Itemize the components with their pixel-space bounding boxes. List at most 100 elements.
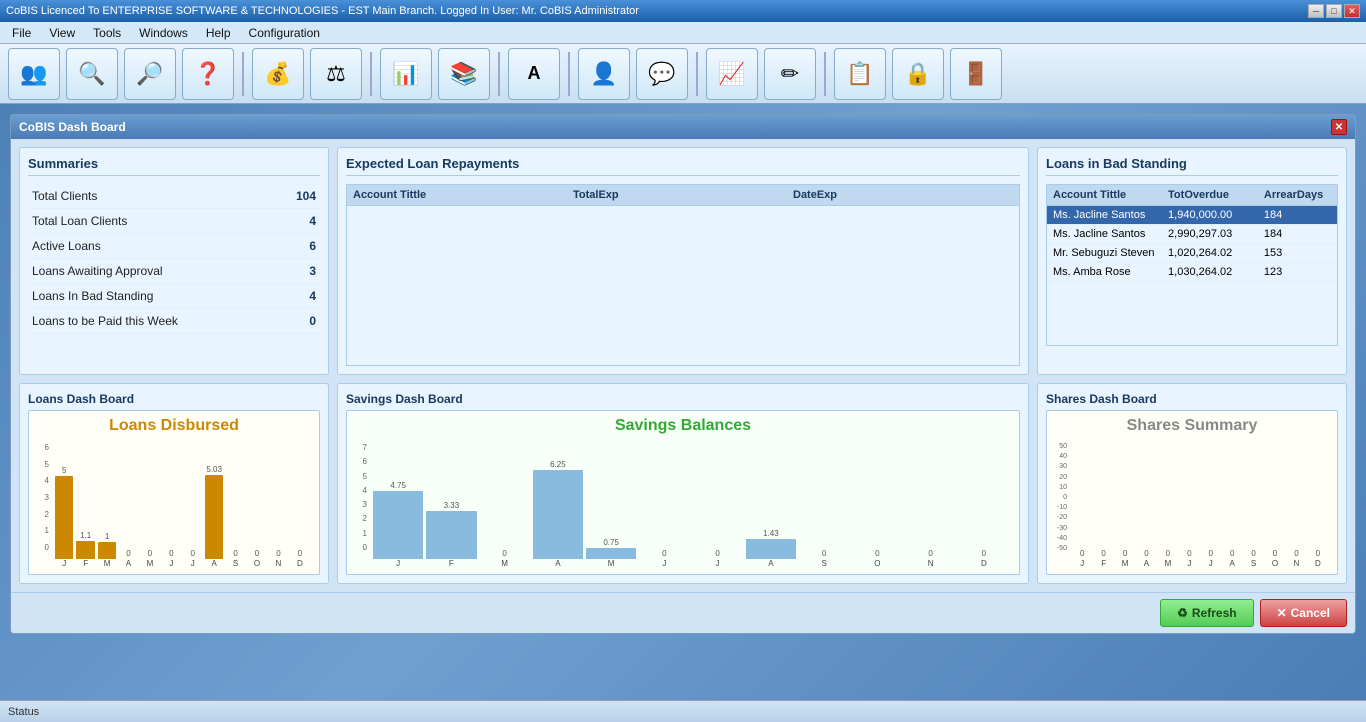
toolbar-search-btn[interactable]: 🔍	[66, 48, 118, 100]
savings-bars-container: 4.753.3306.250.75001.430000 JFMAMJJASOND	[369, 439, 1013, 568]
shares-chart-panel: Shares Dash Board Shares Summary 50 40 3…	[1037, 383, 1347, 584]
summaries-panel: Summaries Total Clients 104 Total Loan C…	[19, 147, 329, 375]
bar-value-label: 0	[822, 549, 826, 558]
toolbar-user-btn[interactable]: 👤	[578, 48, 630, 100]
loans-x-labels: JFMAMJJASOND	[51, 559, 313, 568]
x-axis-label: A	[1137, 559, 1155, 568]
toolbar-lookup-btn[interactable]: 🔎	[124, 48, 176, 100]
bar-group: 5	[55, 466, 73, 559]
summary-loans-awaiting[interactable]: Loans Awaiting Approval 3	[28, 259, 320, 284]
toolbar-clipboard-btn[interactable]: 📋	[834, 48, 886, 100]
menu-tools[interactable]: Tools	[85, 24, 129, 42]
toolbar-clients-btn[interactable]: 👥	[8, 48, 60, 100]
x-axis-label: F	[426, 559, 476, 568]
window-controls: ─ □ ✕	[1308, 4, 1360, 18]
bar-value-label: 0	[1101, 549, 1105, 558]
savings-chart-with-axis: 7 6 5 4 3 2 1 0 4.753.3306.250.75001.430…	[353, 439, 1013, 568]
menu-file[interactable]: File	[4, 24, 39, 42]
loans-y-axis: 6 5 4 3 2 1 0	[35, 439, 49, 568]
bar-group: 0	[1309, 549, 1327, 559]
bar	[205, 475, 223, 559]
x-axis-label: J	[1180, 559, 1198, 568]
toolbar-sep-1	[242, 52, 244, 96]
menu-bar: File View Tools Windows Help Configurati…	[0, 22, 1366, 44]
loans-bar-chart: 51.1100005.030000	[51, 439, 313, 559]
shares-x-labels: JFMAMJJASOND	[1069, 559, 1331, 568]
x-axis-label: M	[480, 559, 530, 568]
dashboard-close-button[interactable]: ✕	[1331, 119, 1347, 135]
x-axis-label: M	[1116, 559, 1134, 568]
x-axis-label: O	[852, 559, 902, 568]
repayments-table-body	[346, 206, 1020, 366]
menu-configuration[interactable]: Configuration	[241, 24, 328, 42]
summaries-heading: Summaries	[28, 156, 320, 176]
cancel-button[interactable]: ✕ Cancel	[1260, 599, 1347, 627]
x-axis-label: S	[1244, 559, 1262, 568]
bar-value-label: 0	[715, 549, 719, 558]
bar-group: 0	[1116, 549, 1134, 559]
bar-value-label: 0	[1209, 549, 1213, 558]
bar-value-label: 0	[233, 549, 237, 558]
toolbar-loans-btn[interactable]: 💰	[252, 48, 304, 100]
bar-group: 1.1	[76, 531, 94, 559]
toolbar-edit-btn[interactable]: ✏	[764, 48, 816, 100]
loans-dashboard-heading: Loans Dash Board	[28, 392, 320, 406]
maximize-button[interactable]: □	[1326, 4, 1342, 18]
bar-value-label: 0	[1316, 549, 1320, 558]
toolbar-help-btn[interactable]: ❓	[182, 48, 234, 100]
toolbar-sms-btn[interactable]: 💬	[636, 48, 688, 100]
bar-group: 0	[184, 549, 202, 559]
cancel-icon: ✕	[1277, 606, 1287, 620]
bar-value-label: 1.43	[763, 529, 779, 538]
toolbar-exit-btn[interactable]: 🚪	[950, 48, 1002, 100]
loans-chart-heading: Loans Disbursed	[35, 417, 313, 435]
bar-value-label: 0	[1273, 549, 1277, 558]
toolbar-lock-btn[interactable]: 🔒	[892, 48, 944, 100]
table-row[interactable]: Mr. Sebuguzi Steven 1,020,264.02 153	[1047, 244, 1337, 263]
bar	[373, 491, 423, 559]
bar	[426, 511, 476, 559]
table-row[interactable]: Ms. Jacline Santos 1,940,000.00 184	[1047, 206, 1337, 225]
bar-value-label: 0	[1144, 549, 1148, 558]
toolbar-font-btn[interactable]: A	[508, 48, 560, 100]
status-text: Status	[8, 706, 39, 718]
minimize-button[interactable]: ─	[1308, 4, 1324, 18]
x-axis-label: J	[162, 559, 180, 568]
bar-group: 5.03	[205, 465, 223, 559]
menu-view[interactable]: View	[41, 24, 83, 42]
x-axis-label: A	[533, 559, 583, 568]
bar-group: 6.25	[533, 460, 583, 559]
bar-value-label: 4.75	[390, 481, 406, 490]
table-row[interactable]: Ms. Amba Rose 1,030,264.02 123	[1047, 263, 1337, 282]
bar-group: 0	[639, 549, 689, 559]
bar-group: 0	[291, 549, 309, 559]
bar-value-label: 0	[191, 549, 195, 558]
bar-group: 0	[248, 549, 266, 559]
bar	[76, 541, 94, 559]
table-row[interactable]: Ms. Jacline Santos 2,990,297.03 184	[1047, 225, 1337, 244]
bar-value-label: 0	[148, 549, 152, 558]
toolbar-balance-btn[interactable]: ⚖	[310, 48, 362, 100]
menu-windows[interactable]: Windows	[131, 24, 196, 42]
x-axis-label: M	[98, 559, 116, 568]
savings-y-axis: 7 6 5 4 3 2 1 0	[353, 439, 367, 568]
toolbar-books-btn[interactable]: 📚	[438, 48, 490, 100]
toolbar-chart-btn[interactable]: 📈	[706, 48, 758, 100]
bar-value-label: 0	[1187, 549, 1191, 558]
close-button[interactable]: ✕	[1344, 4, 1360, 18]
summary-loans-this-week[interactable]: Loans to be Paid this Week 0	[28, 309, 320, 334]
bar-value-label: 6.25	[550, 460, 566, 469]
summary-active-loans[interactable]: Active Loans 6	[28, 234, 320, 259]
summary-total-loan-clients[interactable]: Total Loan Clients 4	[28, 209, 320, 234]
toolbar-reports-btn[interactable]: 📊	[380, 48, 432, 100]
bad-standing-table: Account Tittle TotOverdue ArrearDays Ms.…	[1046, 184, 1338, 346]
bar-group: 3.33	[426, 501, 476, 559]
x-axis-label: S	[799, 559, 849, 568]
summary-loans-bad-standing[interactable]: Loans In Bad Standing 4	[28, 284, 320, 309]
main-area: CoBIS Dash Board ✕ Summaries Total Clien…	[0, 104, 1366, 700]
bad-standing-heading: Loans in Bad Standing	[1046, 156, 1338, 176]
summary-total-clients[interactable]: Total Clients 104	[28, 184, 320, 209]
refresh-button[interactable]: ♻ Refresh	[1160, 599, 1253, 627]
menu-help[interactable]: Help	[198, 24, 239, 42]
x-axis-label: N	[1287, 559, 1305, 568]
